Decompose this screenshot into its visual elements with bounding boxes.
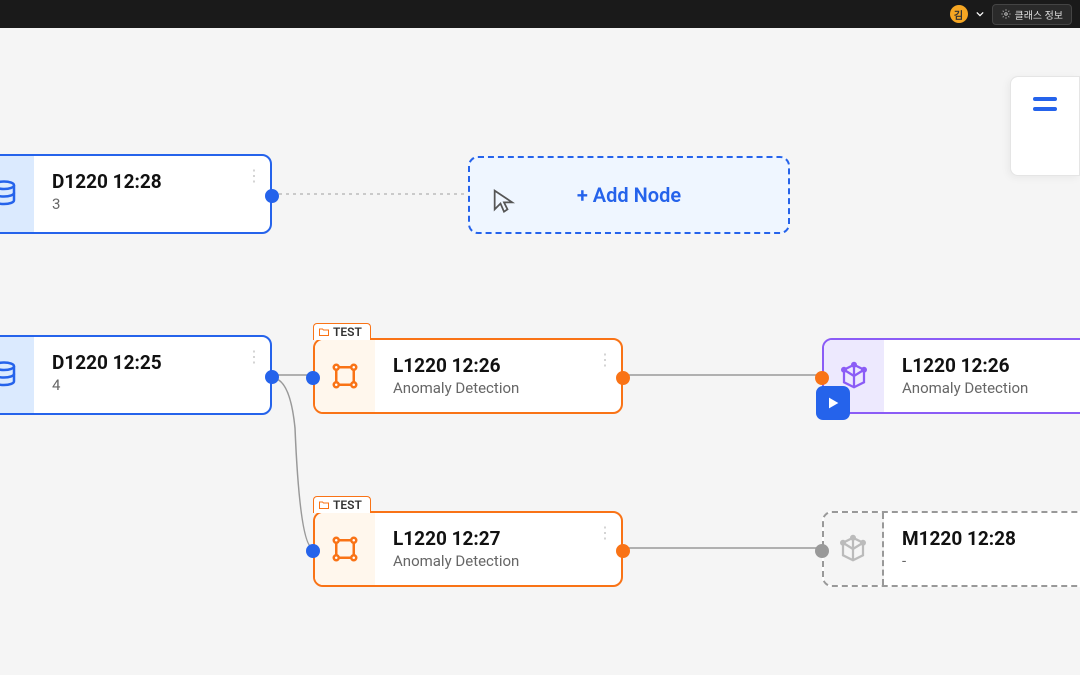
add-node-label: + Add Node bbox=[577, 183, 681, 207]
input-port[interactable] bbox=[306, 544, 320, 558]
folder-icon bbox=[318, 326, 330, 338]
node-subtitle: Anomaly Detection bbox=[393, 552, 609, 570]
node-icon-box bbox=[315, 340, 375, 412]
node-icon-box bbox=[824, 340, 884, 412]
dots-vertical-icon[interactable]: ⋮ bbox=[246, 166, 262, 185]
node-icon-box bbox=[0, 156, 34, 232]
gear-icon bbox=[1001, 9, 1011, 19]
node-content: L1220 12:27 Anomaly Detection ⋮ bbox=[375, 513, 621, 585]
output-port[interactable] bbox=[616, 544, 630, 558]
chevron-down-icon[interactable] bbox=[976, 10, 984, 18]
dots-vertical-icon[interactable]: ⋮ bbox=[246, 347, 262, 366]
input-port[interactable] bbox=[306, 371, 320, 385]
play-icon bbox=[825, 395, 841, 411]
output-port[interactable] bbox=[265, 189, 279, 203]
class-info-label: 클래스 정보 bbox=[1015, 7, 1063, 22]
node-icon-box bbox=[0, 337, 34, 413]
node-title: L1220 12:26 bbox=[393, 354, 609, 377]
dataset-node-d2[interactable]: D1220 12:25 4 ⋮ bbox=[0, 335, 272, 415]
dots-vertical-icon[interactable]: ⋮ bbox=[597, 523, 613, 542]
dataset-node-d1[interactable]: D1220 12:28 3 ⋮ bbox=[0, 154, 272, 234]
add-node-placeholder[interactable]: + Add Node bbox=[468, 156, 790, 234]
node-icon-box bbox=[824, 513, 884, 585]
label-node-l1[interactable]: TEST L1220 12:26 Anomaly Detection ⋮ bbox=[313, 338, 623, 414]
cube-network-icon bbox=[838, 534, 868, 564]
node-content: L1220 12:26 Anomaly Detection ⋮ bbox=[375, 340, 621, 412]
test-tag: TEST bbox=[313, 496, 371, 513]
node-subtitle: Anomaly Detection bbox=[393, 379, 609, 397]
bounding-box-icon bbox=[330, 361, 360, 391]
test-tag: TEST bbox=[313, 323, 371, 340]
node-icon-box bbox=[315, 513, 375, 585]
input-port[interactable] bbox=[815, 544, 829, 558]
database-icon bbox=[0, 179, 19, 209]
cursor-icon bbox=[490, 186, 518, 214]
class-info-button[interactable]: 클래스 정보 bbox=[992, 4, 1072, 25]
database-icon bbox=[0, 360, 19, 390]
node-title: D1220 12:28 bbox=[52, 170, 258, 193]
node-title: L1220 12:27 bbox=[393, 527, 609, 550]
canvas[interactable]: D1220 12:28 3 ⋮ + Add Node D1220 12:25 4… bbox=[0, 28, 1080, 675]
node-subtitle: 4 bbox=[52, 376, 258, 394]
node-subtitle: - bbox=[902, 552, 1080, 570]
tag-label: TEST bbox=[333, 498, 362, 512]
output-port[interactable] bbox=[616, 371, 630, 385]
node-subtitle: 3 bbox=[52, 195, 258, 213]
model-node-p1[interactable]: L1220 12:26 Anomaly Detection bbox=[822, 338, 1080, 414]
label-node-l2[interactable]: TEST L1220 12:27 Anomaly Detection ⋮ bbox=[313, 511, 623, 587]
side-panel-peek[interactable] bbox=[1010, 76, 1080, 176]
folder-icon bbox=[318, 499, 330, 511]
node-title: D1220 12:25 bbox=[52, 351, 258, 374]
avatar[interactable]: 김 bbox=[950, 5, 968, 23]
bounding-box-icon bbox=[330, 534, 360, 564]
menu-lines-icon bbox=[1033, 97, 1057, 111]
play-badge[interactable] bbox=[816, 386, 850, 420]
node-content: M1220 12:28 - bbox=[884, 513, 1080, 585]
node-content: D1220 12:28 3 ⋮ bbox=[34, 156, 270, 232]
output-port[interactable] bbox=[265, 370, 279, 384]
tag-label: TEST bbox=[333, 325, 362, 339]
model-node-m1-placeholder[interactable]: M1220 12:28 - bbox=[822, 511, 1080, 587]
node-content: D1220 12:25 4 ⋮ bbox=[34, 337, 270, 413]
node-subtitle: Anomaly Detection bbox=[902, 379, 1080, 397]
node-title: L1220 12:26 bbox=[902, 354, 1080, 377]
dots-vertical-icon[interactable]: ⋮ bbox=[597, 350, 613, 369]
node-content: L1220 12:26 Anomaly Detection bbox=[884, 340, 1080, 412]
node-title: M1220 12:28 bbox=[902, 527, 1080, 550]
topbar: 김 클래스 정보 bbox=[0, 0, 1080, 28]
input-port[interactable] bbox=[815, 371, 829, 385]
